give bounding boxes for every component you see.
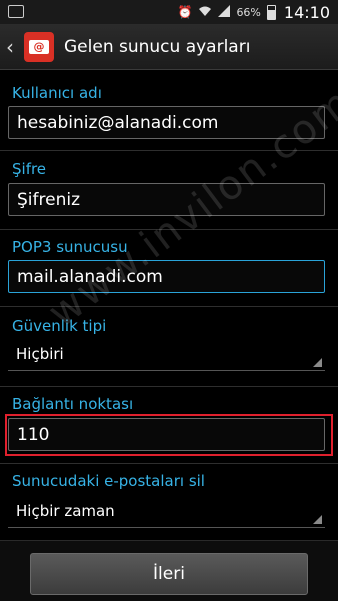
divider: [0, 463, 338, 464]
delete-from-server-label: Sunucudaki e-postaları sil: [12, 472, 205, 490]
signal-icon: [218, 4, 231, 20]
status-bar: ⏰ 66% 14:10: [0, 0, 338, 24]
action-bar: ‹ @ Gelen sunucu ayarları: [0, 24, 338, 70]
delete-from-server-select[interactable]: Hiçbir zaman: [8, 495, 325, 528]
wifi-icon: [198, 5, 212, 20]
clock: 14:10: [283, 2, 330, 22]
password-label: Şifre: [12, 160, 47, 178]
battery-percent: 66%: [236, 5, 261, 19]
alarm-icon: ⏰: [177, 5, 193, 19]
page-title: Gelen sunucu ayarları: [64, 36, 251, 57]
divider: [0, 386, 338, 387]
username-label: Kullanıcı adı: [12, 84, 102, 102]
port-label: Bağlantı noktası: [12, 395, 134, 413]
next-button[interactable]: İleri: [30, 553, 308, 595]
email-app-icon[interactable]: @: [24, 31, 54, 62]
delete-from-server-value: Hiçbir zaman: [16, 502, 115, 520]
battery-icon: [266, 4, 276, 20]
security-type-select[interactable]: Hiçbiri: [8, 338, 325, 371]
dropdown-corner-icon: [313, 515, 322, 524]
port-field[interactable]: 110: [8, 418, 325, 451]
back-arrow-icon[interactable]: ‹: [6, 35, 20, 59]
screenshot-icon: [8, 5, 24, 18]
dropdown-corner-icon: [313, 358, 322, 367]
security-type-value: Hiçbiri: [16, 345, 64, 363]
